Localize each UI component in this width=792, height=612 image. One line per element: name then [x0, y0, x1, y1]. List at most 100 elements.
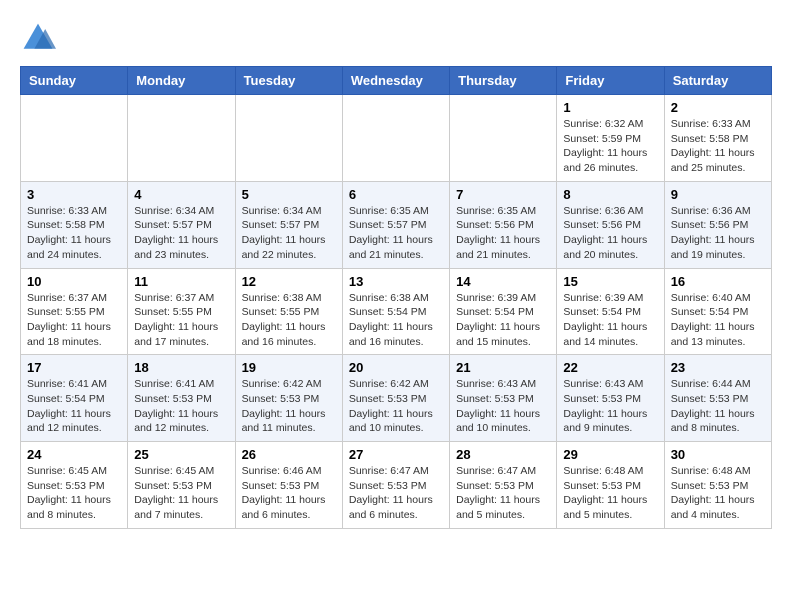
logo — [20, 20, 62, 56]
weekday-header-row: SundayMondayTuesdayWednesdayThursdayFrid… — [21, 67, 772, 95]
day-number: 28 — [456, 447, 550, 462]
day-info: Sunrise: 6:46 AM Sunset: 5:53 PM Dayligh… — [242, 464, 336, 523]
day-info: Sunrise: 6:41 AM Sunset: 5:53 PM Dayligh… — [134, 377, 228, 436]
day-number: 3 — [27, 187, 121, 202]
day-cell-30: 30 Sunrise: 6:48 AM Sunset: 5:53 PM Dayli… — [664, 442, 771, 529]
logo-icon — [20, 20, 56, 56]
day-info: Sunrise: 6:38 AM Sunset: 5:55 PM Dayligh… — [242, 291, 336, 350]
day-cell-27: 27 Sunrise: 6:47 AM Sunset: 5:53 PM Dayli… — [342, 442, 449, 529]
weekday-header-tuesday: Tuesday — [235, 67, 342, 95]
day-info: Sunrise: 6:47 AM Sunset: 5:53 PM Dayligh… — [349, 464, 443, 523]
day-cell-22: 22Sunrise: 6:43 AM Sunset: 5:53 PM Dayli… — [557, 355, 664, 442]
day-number: 6 — [349, 187, 443, 202]
day-number: 22 — [563, 360, 657, 375]
day-cell-2: 2Sunrise: 6:33 AM Sunset: 5:58 PM Daylig… — [664, 95, 771, 182]
empty-cell — [450, 95, 557, 182]
day-cell-23: 23 Sunrise: 6:44 AM Sunset: 5:53 PM Dayli… — [664, 355, 771, 442]
week-row-0: 1 Sunrise: 6:32 AM Sunset: 5:59 PM Daylig… — [21, 95, 772, 182]
week-row-3: 17 Sunrise: 6:41 AM Sunset: 5:54 PM Dayli… — [21, 355, 772, 442]
day-info: Sunrise: 6:41 AM Sunset: 5:54 PM Dayligh… — [27, 377, 121, 436]
weekday-header-sunday: Sunday — [21, 67, 128, 95]
week-row-2: 10 Sunrise: 6:37 AM Sunset: 5:55 PM Dayli… — [21, 268, 772, 355]
day-number: 21 — [456, 360, 550, 375]
week-row-4: 24 Sunrise: 6:45 AM Sunset: 5:53 PM Dayli… — [21, 442, 772, 529]
day-number: 29 — [563, 447, 657, 462]
day-info: Sunrise: 6:48 AM Sunset: 5:53 PM Dayligh… — [563, 464, 657, 523]
empty-cell — [235, 95, 342, 182]
day-number: 30 — [671, 447, 765, 462]
day-number: 8 — [563, 187, 657, 202]
day-info: Sunrise: 6:36 AM Sunset: 5:56 PM Dayligh… — [671, 204, 765, 263]
day-cell-21: 21 Sunrise: 6:43 AM Sunset: 5:53 PM Dayli… — [450, 355, 557, 442]
day-cell-20: 20Sunrise: 6:42 AM Sunset: 5:53 PM Dayli… — [342, 355, 449, 442]
day-cell-1: 1 Sunrise: 6:32 AM Sunset: 5:59 PM Daylig… — [557, 95, 664, 182]
day-cell-26: 26 Sunrise: 6:46 AM Sunset: 5:53 PM Dayli… — [235, 442, 342, 529]
day-number: 23 — [671, 360, 765, 375]
day-number: 5 — [242, 187, 336, 202]
day-number: 18 — [134, 360, 228, 375]
day-info: Sunrise: 6:43 AM Sunset: 5:53 PM Dayligh… — [456, 377, 550, 436]
weekday-header-friday: Friday — [557, 67, 664, 95]
day-cell-8: 8 Sunrise: 6:36 AM Sunset: 5:56 PM Daylig… — [557, 181, 664, 268]
week-row-1: 3 Sunrise: 6:33 AM Sunset: 5:58 PM Daylig… — [21, 181, 772, 268]
day-info: Sunrise: 6:45 AM Sunset: 5:53 PM Dayligh… — [134, 464, 228, 523]
day-cell-16: 16 Sunrise: 6:40 AM Sunset: 5:54 PM Dayli… — [664, 268, 771, 355]
day-number: 13 — [349, 274, 443, 289]
day-cell-13: 13 Sunrise: 6:38 AM Sunset: 5:54 PM Dayli… — [342, 268, 449, 355]
day-number: 15 — [563, 274, 657, 289]
day-number: 12 — [242, 274, 336, 289]
day-info: Sunrise: 6:34 AM Sunset: 5:57 PM Dayligh… — [242, 204, 336, 263]
day-info: Sunrise: 6:35 AM Sunset: 5:56 PM Dayligh… — [456, 204, 550, 263]
day-info: Sunrise: 6:48 AM Sunset: 5:53 PM Dayligh… — [671, 464, 765, 523]
day-number: 17 — [27, 360, 121, 375]
day-cell-7: 7Sunrise: 6:35 AM Sunset: 5:56 PM Daylig… — [450, 181, 557, 268]
day-number: 27 — [349, 447, 443, 462]
day-number: 1 — [563, 100, 657, 115]
day-cell-10: 10 Sunrise: 6:37 AM Sunset: 5:55 PM Dayli… — [21, 268, 128, 355]
weekday-header-saturday: Saturday — [664, 67, 771, 95]
day-number: 10 — [27, 274, 121, 289]
empty-cell — [21, 95, 128, 182]
day-info: Sunrise: 6:33 AM Sunset: 5:58 PM Dayligh… — [27, 204, 121, 263]
day-cell-9: 9 Sunrise: 6:36 AM Sunset: 5:56 PM Daylig… — [664, 181, 771, 268]
day-info: Sunrise: 6:37 AM Sunset: 5:55 PM Dayligh… — [27, 291, 121, 350]
day-info: Sunrise: 6:42 AM Sunset: 5:53 PM Dayligh… — [242, 377, 336, 436]
day-info: Sunrise: 6:45 AM Sunset: 5:53 PM Dayligh… — [27, 464, 121, 523]
day-info: Sunrise: 6:37 AM Sunset: 5:55 PM Dayligh… — [134, 291, 228, 350]
day-number: 26 — [242, 447, 336, 462]
day-number: 25 — [134, 447, 228, 462]
day-info: Sunrise: 6:42 AM Sunset: 5:53 PM Dayligh… — [349, 377, 443, 436]
day-info: Sunrise: 6:38 AM Sunset: 5:54 PM Dayligh… — [349, 291, 443, 350]
day-cell-29: 29 Sunrise: 6:48 AM Sunset: 5:53 PM Dayli… — [557, 442, 664, 529]
day-info: Sunrise: 6:32 AM Sunset: 5:59 PM Dayligh… — [563, 117, 657, 176]
day-info: Sunrise: 6:39 AM Sunset: 5:54 PM Dayligh… — [456, 291, 550, 350]
day-info: Sunrise: 6:40 AM Sunset: 5:54 PM Dayligh… — [671, 291, 765, 350]
day-cell-12: 12 Sunrise: 6:38 AM Sunset: 5:55 PM Dayli… — [235, 268, 342, 355]
day-info: Sunrise: 6:34 AM Sunset: 5:57 PM Dayligh… — [134, 204, 228, 263]
empty-cell — [128, 95, 235, 182]
day-cell-17: 17 Sunrise: 6:41 AM Sunset: 5:54 PM Dayli… — [21, 355, 128, 442]
day-cell-28: 28Sunrise: 6:47 AM Sunset: 5:53 PM Dayli… — [450, 442, 557, 529]
day-info: Sunrise: 6:36 AM Sunset: 5:56 PM Dayligh… — [563, 204, 657, 263]
day-info: Sunrise: 6:44 AM Sunset: 5:53 PM Dayligh… — [671, 377, 765, 436]
day-cell-25: 25 Sunrise: 6:45 AM Sunset: 5:53 PM Dayli… — [128, 442, 235, 529]
day-number: 16 — [671, 274, 765, 289]
day-cell-6: 6 Sunrise: 6:35 AM Sunset: 5:57 PM Daylig… — [342, 181, 449, 268]
day-info: Sunrise: 6:33 AM Sunset: 5:58 PM Dayligh… — [671, 117, 765, 176]
day-number: 24 — [27, 447, 121, 462]
day-cell-18: 18 Sunrise: 6:41 AM Sunset: 5:53 PM Dayli… — [128, 355, 235, 442]
day-cell-15: 15 Sunrise: 6:39 AM Sunset: 5:54 PM Dayli… — [557, 268, 664, 355]
day-number: 11 — [134, 274, 228, 289]
day-cell-5: 5 Sunrise: 6:34 AM Sunset: 5:57 PM Daylig… — [235, 181, 342, 268]
day-info: Sunrise: 6:35 AM Sunset: 5:57 PM Dayligh… — [349, 204, 443, 263]
weekday-header-thursday: Thursday — [450, 67, 557, 95]
weekday-header-wednesday: Wednesday — [342, 67, 449, 95]
day-number: 14 — [456, 274, 550, 289]
day-info: Sunrise: 6:39 AM Sunset: 5:54 PM Dayligh… — [563, 291, 657, 350]
day-cell-11: 11 Sunrise: 6:37 AM Sunset: 5:55 PM Dayli… — [128, 268, 235, 355]
day-cell-3: 3 Sunrise: 6:33 AM Sunset: 5:58 PM Daylig… — [21, 181, 128, 268]
day-number: 4 — [134, 187, 228, 202]
day-cell-24: 24 Sunrise: 6:45 AM Sunset: 5:53 PM Dayli… — [21, 442, 128, 529]
weekday-header-monday: Monday — [128, 67, 235, 95]
day-number: 9 — [671, 187, 765, 202]
